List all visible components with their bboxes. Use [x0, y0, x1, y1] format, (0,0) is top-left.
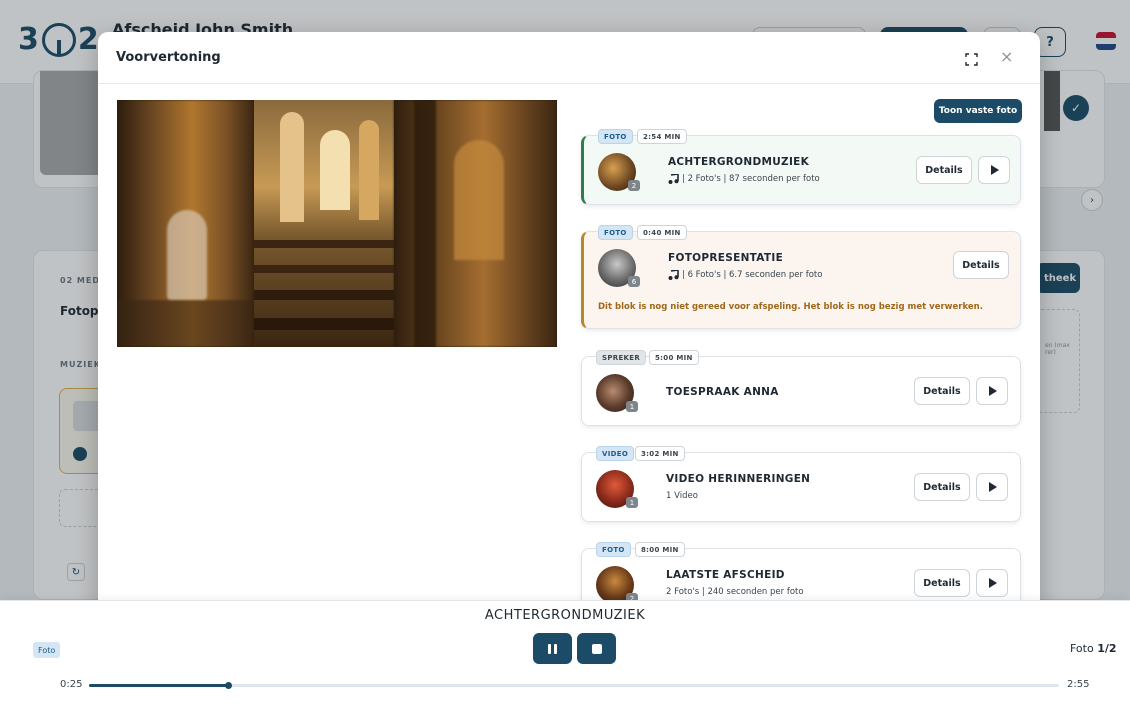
time-current: 0:25 [60, 679, 83, 690]
block-meta: 1 Video [666, 491, 698, 501]
block-item-count: 6 [628, 276, 640, 287]
photo-counter-label: Foto [1070, 642, 1098, 655]
block-duration-badge: 0:40 MIN [637, 225, 687, 240]
block-meta-text: | 6 Foto's | 6.7 seconden per foto [682, 270, 823, 280]
photo-counter: Foto 1/2 [1070, 642, 1117, 655]
block-type-badge: VIDEO [596, 446, 635, 461]
play-button[interactable] [976, 473, 1008, 501]
block-item-count: 1 [626, 401, 638, 412]
details-button[interactable]: Details [916, 156, 972, 184]
player-type-badge: Foto [33, 642, 61, 658]
pause-button[interactable] [533, 633, 572, 664]
block-item-count: 1 [626, 497, 638, 508]
details-button[interactable]: Details [914, 473, 970, 501]
block-duration-badge: 5:00 MIN [649, 350, 699, 365]
stop-icon [591, 643, 602, 654]
modal-title: Voorvertoning [116, 50, 221, 65]
block-title: ACHTERGRONDMUZIEK [668, 156, 810, 168]
play-button[interactable] [978, 156, 1010, 184]
progress-track[interactable] [89, 682, 1059, 689]
preview-modal: Voorvertoning × Toon vaste foto FOTO 2:54… [98, 32, 1040, 632]
block-type-badge: FOTO [598, 225, 633, 240]
details-button[interactable]: Details [953, 251, 1009, 279]
block-type-badge: FOTO [598, 129, 633, 144]
details-button[interactable]: Details [914, 569, 970, 597]
block-meta: | 2 Foto's | 87 seconden per foto [668, 174, 820, 184]
block-duration-badge: 8:00 MIN [635, 542, 685, 557]
block-duration-badge: 3:02 MIN [635, 446, 685, 461]
play-button[interactable] [976, 377, 1008, 405]
block-meta-text: 2 Foto's | 240 seconden per foto [666, 587, 804, 597]
player-bar: ACHTERGRONDMUZIEK Foto Foto 1/2 0:25 2:5… [0, 600, 1130, 715]
block-type-badge: FOTO [596, 542, 631, 557]
player-title: ACHTERGRONDMUZIEK [484, 608, 646, 623]
block-title: VIDEO HERINNERINGEN [666, 473, 811, 485]
modal-header: Voorvertoning [98, 32, 1040, 84]
close-icon[interactable]: × [1000, 47, 1013, 66]
stop-button[interactable] [577, 633, 616, 664]
time-total: 2:55 [1067, 679, 1090, 690]
progress-knob[interactable] [224, 682, 232, 689]
block-title: FOTOPRESENTATIE [668, 252, 784, 264]
playlist-block[interactable]: FOTO 0:40 MIN 6 FOTOPRESENTATIE | 6 Foto's |… [581, 225, 1021, 329]
photo-counter-value: 1/2 [1097, 642, 1117, 655]
block-duration-badge: 2:54 MIN [637, 129, 687, 144]
block-title: LAATSTE AFSCHEID [666, 569, 785, 581]
block-meta-text: | 2 Foto's | 87 seconden per foto [682, 174, 820, 184]
music-note-icon [668, 270, 679, 280]
details-button[interactable]: Details [914, 377, 970, 405]
fullscreen-icon[interactable] [965, 53, 978, 66]
block-title: TOESPRAAK ANNA [666, 386, 779, 398]
block-type-badge: SPREKER [596, 350, 647, 365]
block-item-count: 2 [628, 180, 640, 191]
preview-panel-left [117, 100, 254, 347]
pause-icon [548, 643, 557, 654]
playlist-block[interactable]: FOTO 2:54 MIN 2 ACHTERGRONDMUZIEK | 2 Foto's… [581, 129, 1021, 205]
block-meta-text: 1 Video [666, 491, 698, 501]
toon-vaste-foto-button[interactable]: Toon vaste foto [934, 99, 1022, 123]
playlist-block[interactable]: VIDEO 3:02 MIN 1 VIDEO HERINNERINGEN 1 Video… [581, 446, 1021, 522]
preview-panel-center [254, 100, 394, 347]
music-note-icon [668, 174, 679, 184]
preview-panel-right [394, 100, 557, 347]
playlist-block[interactable]: SPREKER 5:00 MIN 1 TOESPRAAK ANNA Details [581, 350, 1021, 426]
play-button[interactable] [976, 569, 1008, 597]
block-warning-text: Dit blok is nog niet gereed voor afspeli… [598, 302, 983, 312]
preview-image [117, 100, 557, 347]
progress-fill [89, 684, 228, 687]
block-meta: | 6 Foto's | 6.7 seconden per foto [668, 270, 822, 280]
block-meta: 2 Foto's | 240 seconden per foto [666, 587, 804, 597]
